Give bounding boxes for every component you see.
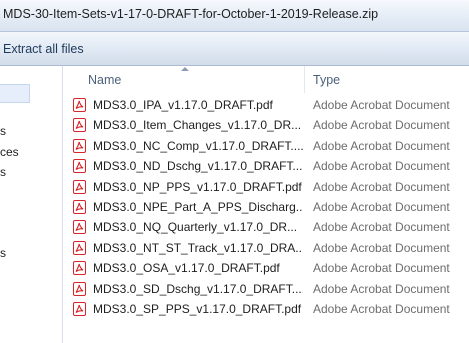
file-row[interactable]: MDS3.0_NC_Comp_v1.17.0_DRAFT.... Adobe A… xyxy=(63,136,469,156)
nav-item[interactable]: s xyxy=(0,246,6,260)
nav-item[interactable]: ces xyxy=(0,145,19,159)
file-list: MDS3.0_IPA_v1.17.0_DRAFT.pdf Adobe Acrob… xyxy=(63,95,469,319)
file-name: MDS3.0_NPE_Part_A_PPS_Discharg... xyxy=(93,199,303,214)
pdf-icon xyxy=(73,240,86,255)
file-name: MDS3.0_SP_PPS_v1.17.0_DRAFT.pdf xyxy=(93,301,302,316)
pdf-icon xyxy=(73,179,86,194)
pdf-icon xyxy=(73,261,86,276)
pdf-icon xyxy=(73,199,86,214)
column-header-type[interactable]: Type xyxy=(305,66,469,93)
file-type: Adobe Acrobat Document xyxy=(313,261,450,276)
extract-all-files-button[interactable]: Extract all files xyxy=(0,37,90,61)
pdf-icon xyxy=(73,301,86,316)
file-row[interactable]: MDS3.0_NT_ST_Track_v1.17.0_DRA... Adobe … xyxy=(63,238,469,258)
file-type: Adobe Acrobat Document xyxy=(313,138,450,153)
file-name: MDS3.0_SD_Dschg_v1.17.0_DRAFT.... xyxy=(93,281,303,296)
file-row[interactable]: MDS3.0_NQ_Quarterly_v1.17.0_DR... Adobe … xyxy=(63,217,469,237)
file-name: MDS3.0_IPA_v1.17.0_DRAFT.pdf xyxy=(93,98,273,112)
file-type: Adobe Acrobat Document xyxy=(313,98,450,112)
pdf-icon xyxy=(73,220,86,235)
file-type: Adobe Acrobat Document xyxy=(313,240,450,255)
column-header-name[interactable]: Name xyxy=(63,66,305,93)
file-name: MDS3.0_NC_Comp_v1.17.0_DRAFT.... xyxy=(93,138,303,153)
nav-item[interactable]: s xyxy=(0,124,6,138)
navigation-pane[interactable]: s ces s s xyxy=(0,66,63,343)
file-type: Adobe Acrobat Document xyxy=(313,159,450,174)
file-type: Adobe Acrobat Document xyxy=(313,301,450,316)
toolbar: Extract all files xyxy=(0,32,469,66)
pdf-icon xyxy=(73,98,86,112)
nav-item[interactable]: s xyxy=(0,165,6,179)
file-row[interactable]: MDS3.0_Item_Changes_v1.17.0_DR... Adobe … xyxy=(63,115,469,135)
address-bar[interactable]: MDS-30-Item-Sets-v1-17-0-DRAFT-for-Octob… xyxy=(0,0,469,32)
file-type: Adobe Acrobat Document xyxy=(313,281,450,296)
sort-up-icon xyxy=(181,67,189,71)
column-header-name-label: Name xyxy=(88,73,122,87)
file-type: Adobe Acrobat Document xyxy=(313,179,450,194)
file-row[interactable]: MDS3.0_NP_PPS_v1.17.0_DRAFT.pdf Adobe Ac… xyxy=(63,177,469,197)
file-type: Adobe Acrobat Document xyxy=(313,199,450,214)
column-header-type-label: Type xyxy=(313,73,341,87)
pdf-icon xyxy=(73,281,86,296)
file-row[interactable]: MDS3.0_NPE_Part_A_PPS_Discharg... Adobe … xyxy=(63,197,469,217)
file-row[interactable]: MDS3.0_SP_PPS_v1.17.0_DRAFT.pdf Adobe Ac… xyxy=(63,299,469,319)
file-type: Adobe Acrobat Document xyxy=(313,118,450,133)
file-name: MDS3.0_NT_ST_Track_v1.17.0_DRA... xyxy=(93,240,303,255)
window-title: MDS-30-Item-Sets-v1-17-0-DRAFT-for-Octob… xyxy=(3,7,379,21)
file-name: MDS3.0_Item_Changes_v1.17.0_DR... xyxy=(93,118,302,133)
file-name: MDS3.0_OSA_v1.17.0_DRAFT.pdf xyxy=(93,261,280,276)
file-name: MDS3.0_NP_PPS_v1.17.0_DRAFT.pdf xyxy=(93,179,302,194)
file-row[interactable]: MDS3.0_SD_Dschg_v1.17.0_DRAFT.... Adobe … xyxy=(63,279,469,299)
pdf-icon xyxy=(73,138,86,153)
pdf-icon xyxy=(73,118,86,133)
pdf-icon xyxy=(73,159,86,174)
file-name: MDS3.0_NQ_Quarterly_v1.17.0_DR... xyxy=(93,220,298,235)
file-row[interactable]: MDS3.0_IPA_v1.17.0_DRAFT.pdf Adobe Acrob… xyxy=(63,95,469,115)
file-row[interactable]: MDS3.0_OSA_v1.17.0_DRAFT.pdf Adobe Acrob… xyxy=(63,258,469,278)
file-type: Adobe Acrobat Document xyxy=(313,220,450,235)
file-name: MDS3.0_ND_Dschg_v1.17.0_DRAFT.... xyxy=(93,159,303,174)
nav-selected-item[interactable] xyxy=(0,84,30,103)
file-row[interactable]: MDS3.0_ND_Dschg_v1.17.0_DRAFT.... Adobe … xyxy=(63,156,469,176)
